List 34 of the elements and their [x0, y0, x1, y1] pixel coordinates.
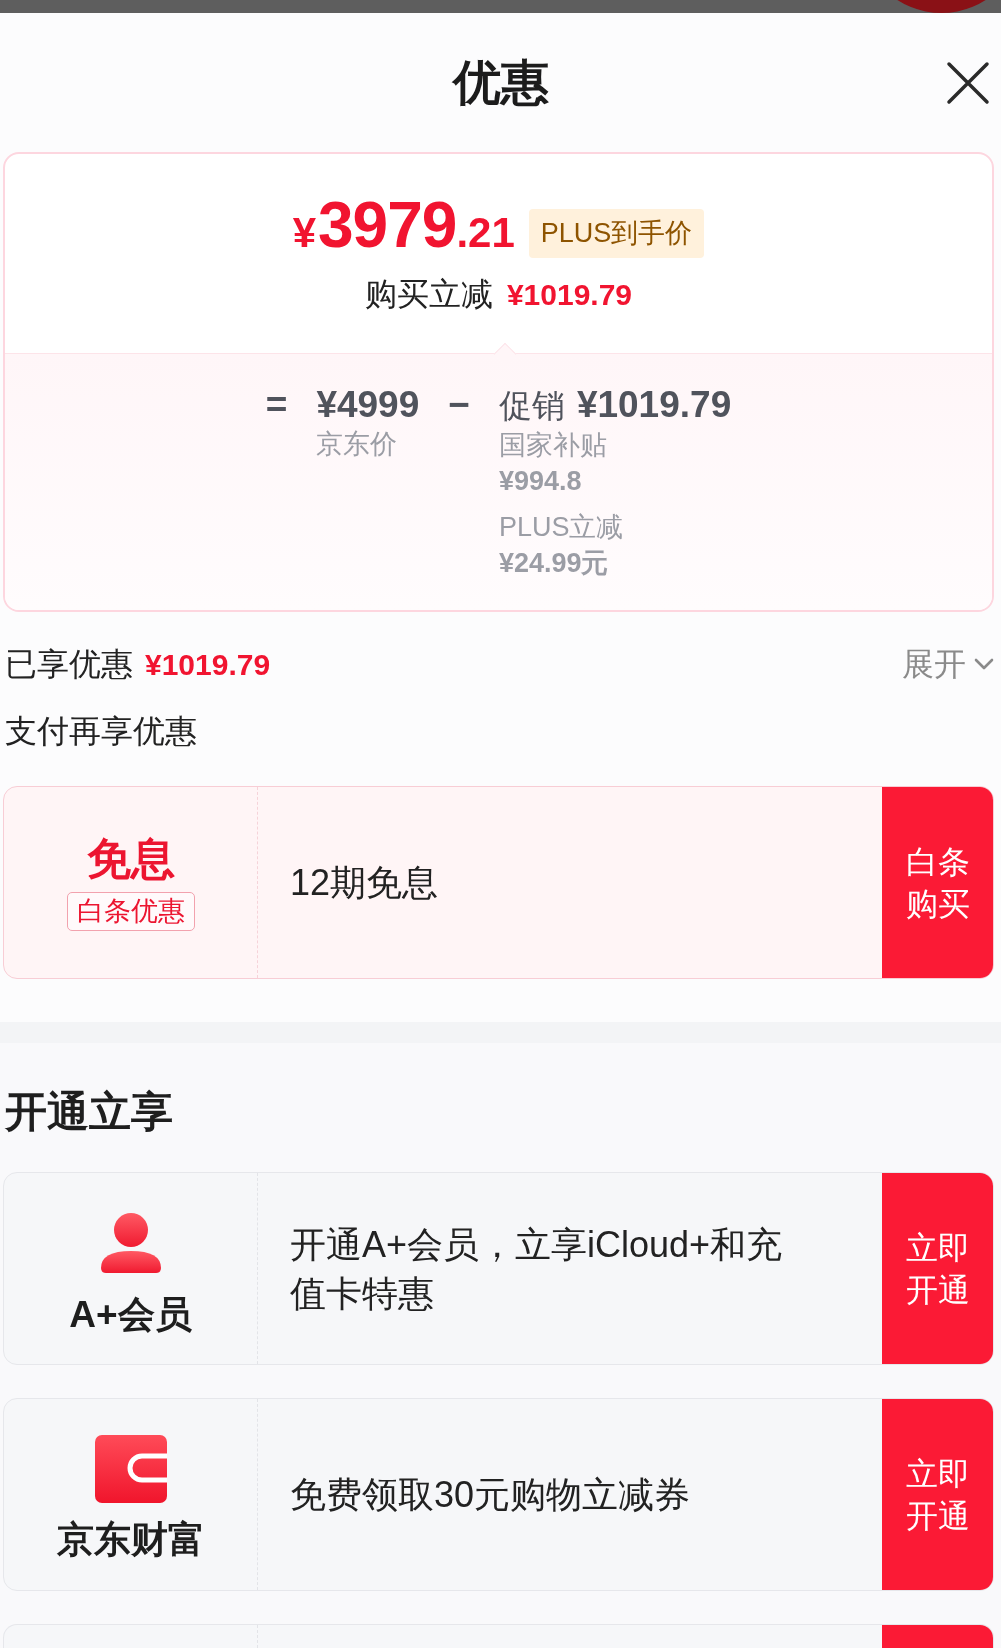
wallet-icon [94, 1435, 167, 1503]
reduction-label: 购买立减 [364, 275, 493, 314]
section-title: 开通立享 [5, 1087, 173, 1137]
reduction-amount: ¥1019.79 [506, 277, 633, 313]
savings-amount: ¥1019.79 [145, 648, 271, 682]
discount-label: 国家补贴 [498, 429, 607, 462]
promo-label: 促销 [498, 386, 565, 426]
offer-title: 免息 [86, 834, 175, 884]
offer-name: A+会员 [69, 1292, 192, 1337]
discount-amount: ¥994.8 [498, 465, 582, 498]
discount-amount: ¥24.99元 [498, 547, 609, 580]
section-title: 支付再享优惠 [5, 712, 197, 751]
offer-text: 开通A+会员，立享iCloud+和充值卡特惠 [290, 1222, 784, 1316]
base-price: ¥4999 [316, 384, 420, 426]
offer-text: 12期免息 [290, 861, 439, 905]
equals-sign: = [265, 384, 288, 426]
sheet-title: 优惠 [452, 54, 549, 111]
action-button[interactable]: 白条购买 [882, 787, 993, 978]
base-price-label: 京东价 [316, 428, 398, 461]
action-button[interactable]: 立即开通 [882, 1399, 993, 1590]
plus-price-badge: PLUS到手价 [528, 208, 705, 258]
offer-text: 免费领取30元购物立减券 [290, 1473, 691, 1517]
expand-toggle[interactable]: 展开 [902, 644, 994, 684]
minus-sign: − [448, 384, 470, 426]
savings-label: 已享优惠 [5, 645, 133, 684]
close-button[interactable] [946, 60, 990, 105]
promo-amount: ¥1019.79 [576, 384, 732, 426]
close-icon [946, 60, 990, 105]
final-price: ¥3979.21 [292, 191, 515, 263]
offer-name: 京东财富 [56, 1518, 205, 1562]
action-button[interactable]: 立即开通 [882, 1173, 993, 1364]
person-icon [98, 1212, 163, 1273]
discount-label: PLUS立减 [498, 511, 624, 544]
offer-tag: 白条优惠 [66, 892, 195, 931]
